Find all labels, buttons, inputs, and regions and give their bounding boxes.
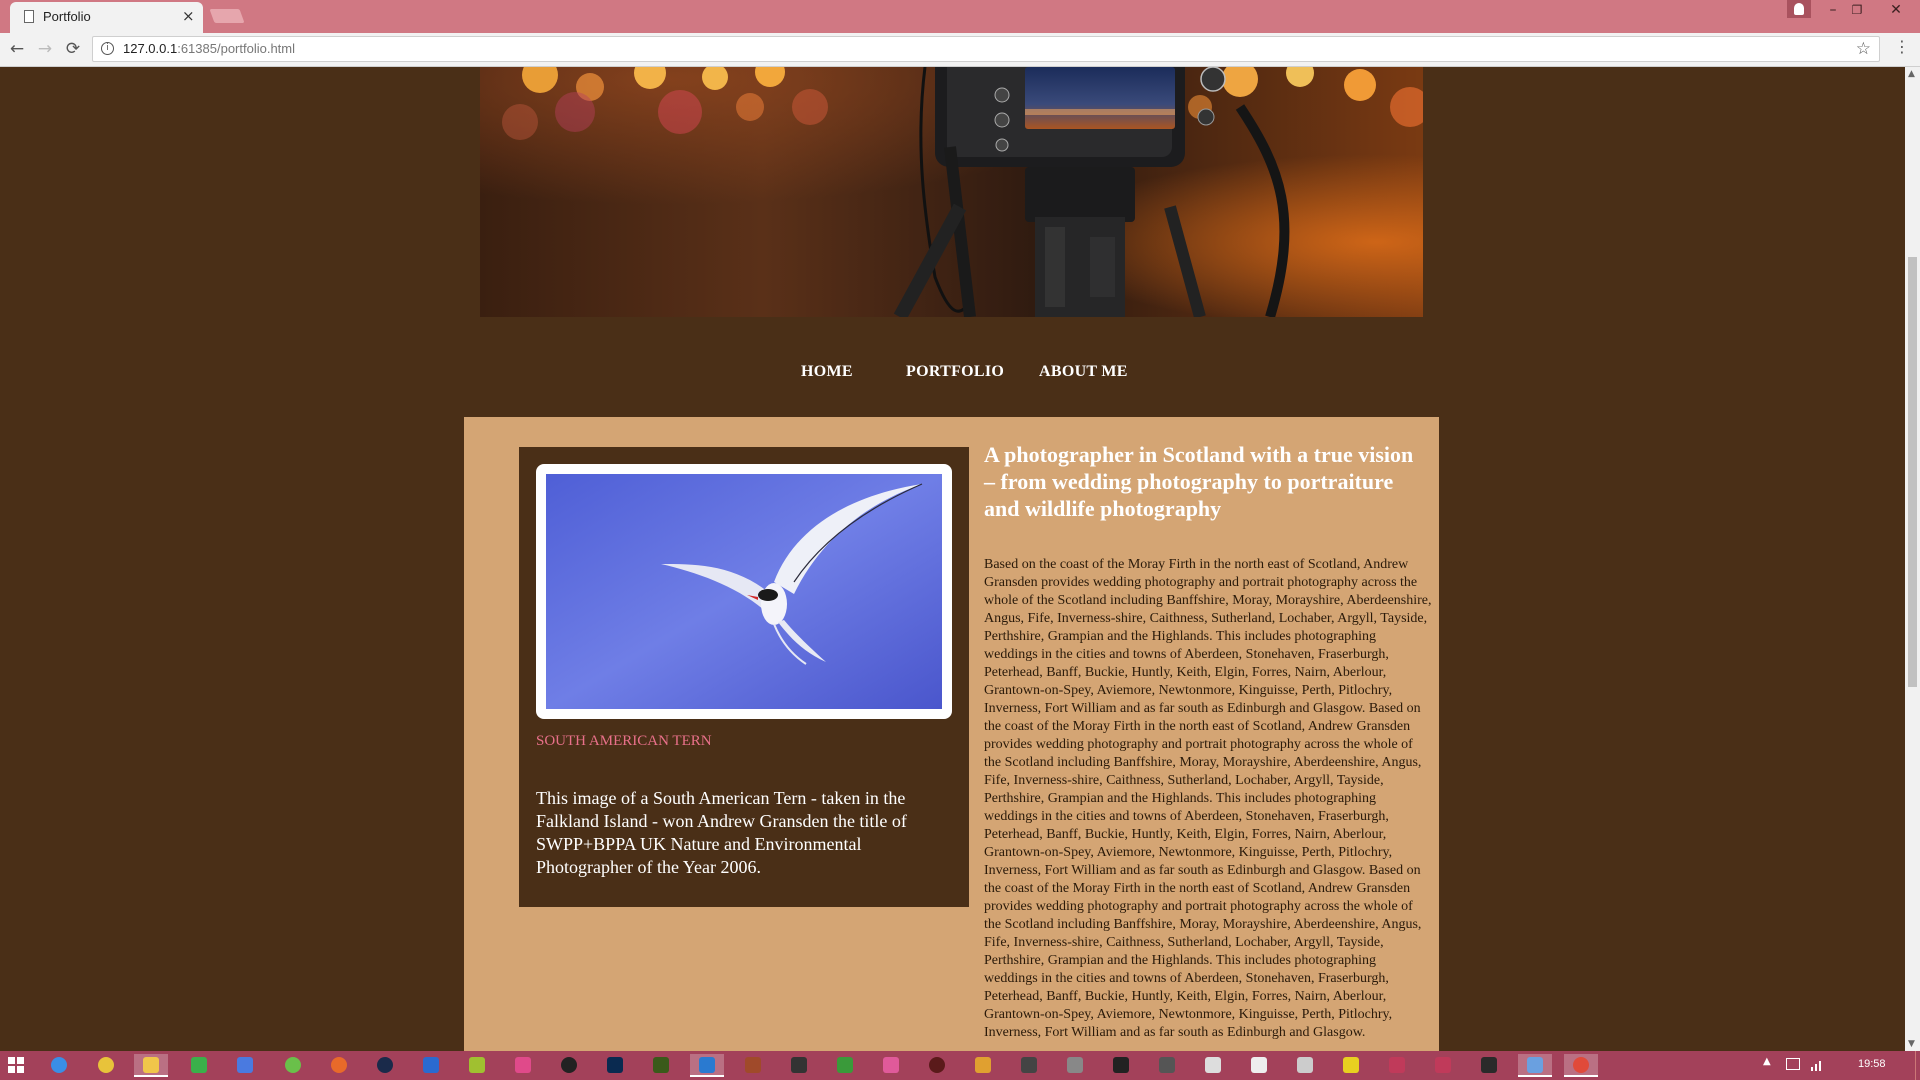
dreamweaver-taskbar-icon[interactable] — [644, 1054, 678, 1077]
scroll-down-arrow-icon[interactable]: ▼ — [1908, 1039, 1915, 1049]
back-button[interactable]: ← — [6, 38, 28, 60]
steam-taskbar-icon[interactable] — [368, 1054, 402, 1077]
windows-taskbar: ▲ 19:58 — [0, 1051, 1920, 1080]
nav-home[interactable]: HOME — [801, 363, 853, 381]
url-path: :61385/portfolio.html — [177, 41, 296, 56]
app-taskbar-icon[interactable] — [920, 1054, 954, 1077]
ie-taskbar-icon[interactable] — [42, 1054, 76, 1077]
scroll-up-arrow-icon[interactable]: ▲ — [1908, 69, 1915, 79]
app-taskbar-icon[interactable] — [182, 1054, 216, 1077]
intro-body-text: Based on the coast of the Moray Firth in… — [984, 557, 1432, 1040]
scroll-thumb[interactable] — [1908, 257, 1917, 687]
app-taskbar-icon[interactable] — [1104, 1054, 1138, 1077]
app-taskbar-icon[interactable] — [1334, 1054, 1368, 1077]
signal-bars — [1811, 1061, 1821, 1071]
page-icon — [24, 10, 34, 23]
info-icon[interactable]: i — [101, 42, 114, 55]
address-bar[interactable]: i 127.0.0.1:61385/portfolio.html ☆ — [92, 36, 1880, 62]
bookmark-star-icon[interactable]: ☆ — [1856, 39, 1871, 59]
windows-start-icon[interactable] — [8, 1057, 24, 1073]
forward-button[interactable]: → — [34, 38, 56, 60]
app-taskbar-icon[interactable] — [552, 1054, 586, 1077]
tray-expand-icon[interactable]: ▲ — [1763, 1056, 1771, 1067]
app-taskbar-icon[interactable] — [828, 1054, 862, 1077]
app-taskbar-icon[interactable] — [874, 1054, 908, 1077]
new-tab-button[interactable] — [209, 9, 245, 23]
show-desktop-button[interactable] — [1915, 1051, 1920, 1080]
app-taskbar-icon[interactable] — [1058, 1054, 1092, 1077]
app-taskbar-icon[interactable] — [276, 1054, 310, 1077]
keyboard-taskbar-icon[interactable] — [228, 1054, 262, 1077]
person-icon — [1794, 3, 1804, 15]
url-text: 127.0.0.1:61385/portfolio.html — [123, 41, 295, 56]
photo-description: This image of a South American Tern - ta… — [536, 788, 907, 877]
hero-illustration — [480, 67, 1423, 317]
app-taskbar-icon[interactable] — [1012, 1054, 1046, 1077]
app-taskbar-icon[interactable] — [506, 1054, 540, 1077]
app-taskbar-icon[interactable] — [1242, 1054, 1276, 1077]
app-taskbar-icon[interactable] — [460, 1054, 494, 1077]
page-scrollbar[interactable]: ▲ ▼ — [1905, 67, 1920, 1051]
close-window-button[interactable]: ✕ — [1882, 0, 1910, 22]
reload-button[interactable]: ⟳ — [62, 38, 84, 60]
tab-close-icon[interactable]: × — [182, 7, 195, 25]
nav-portfolio[interactable]: PORTFOLIO — [906, 363, 1004, 381]
app-taskbar-icon[interactable] — [414, 1054, 448, 1077]
photo-caption: SOUTH AMERICAN TERN — [536, 733, 712, 749]
restore-button[interactable]: ❐ — [1846, 0, 1868, 22]
url-host: 127.0.0.1 — [123, 41, 178, 56]
page-viewport: HOME PORTFOLIO ABOUT ME SOUTH AMERICAN T… — [0, 67, 1905, 1051]
tab-title: Portfolio — [43, 9, 91, 24]
browser-toolbar: ← → ⟳ i 127.0.0.1:61385/portfolio.html ☆… — [0, 33, 1920, 67]
app-taskbar-icon[interactable] — [736, 1054, 770, 1077]
chrome-active-taskbar-icon[interactable] — [1564, 1054, 1598, 1077]
app-taskbar-icon[interactable] — [1150, 1054, 1184, 1077]
browser-titlebar: Portfolio × – ❐ ✕ — [0, 0, 1920, 33]
chrome-taskbar-icon[interactable] — [89, 1054, 123, 1077]
photoshop-taskbar-icon[interactable] — [598, 1054, 632, 1077]
taskbar-clock[interactable]: 19:58 — [1858, 1058, 1886, 1070]
content-panel: SOUTH AMERICAN TERN This image of a Sout… — [464, 417, 1439, 1051]
browser-tab[interactable]: Portfolio × — [10, 2, 203, 33]
app-taskbar-icon[interactable] — [1288, 1054, 1322, 1077]
app-taskbar-icon[interactable] — [322, 1054, 356, 1077]
minimize-button[interactable]: – — [1822, 0, 1844, 22]
tern-photo[interactable] — [536, 464, 952, 719]
browser-menu-icon[interactable]: ⋮ — [1894, 37, 1910, 56]
app-taskbar-icon[interactable] — [1518, 1054, 1552, 1077]
featured-photo-card: SOUTH AMERICAN TERN This image of a Sout… — [519, 447, 969, 907]
network-icon[interactable] — [1810, 1058, 1824, 1071]
nav-about-me[interactable]: ABOUT ME — [1039, 363, 1128, 381]
intro-heading: A photographer in Scotland with a true v… — [984, 442, 1414, 521]
app-taskbar-icon[interactable] — [966, 1054, 1000, 1077]
flag-icon[interactable] — [1786, 1058, 1800, 1070]
app-taskbar-icon[interactable] — [690, 1054, 724, 1077]
profile-button[interactable] — [1787, 0, 1811, 18]
app-taskbar-icon[interactable] — [1380, 1054, 1414, 1077]
file-explorer-taskbar-icon[interactable] — [134, 1054, 168, 1077]
photo-frame — [536, 464, 952, 719]
app-taskbar-icon[interactable] — [1472, 1054, 1506, 1077]
app-taskbar-icon[interactable] — [782, 1054, 816, 1077]
hero-banner-image — [480, 67, 1423, 317]
app-taskbar-icon[interactable] — [1426, 1054, 1460, 1077]
app-taskbar-icon[interactable] — [1196, 1054, 1230, 1077]
